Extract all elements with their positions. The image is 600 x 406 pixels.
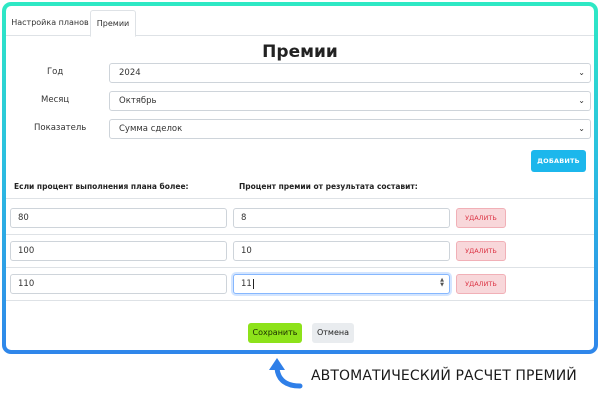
threshold-input[interactable]: 80 (10, 208, 227, 228)
threshold-input[interactable]: 110 (10, 274, 227, 294)
page-title: Премии (262, 42, 338, 62)
tab-bar: Настройка планов Премии (6, 6, 594, 37)
tab-bonuses[interactable]: Премии (90, 10, 136, 37)
month-value: Октябрь (119, 96, 157, 106)
metric-select[interactable]: Сумма сделок ⌄ (109, 119, 591, 139)
threshold-input[interactable]: 100 (10, 241, 227, 261)
delete-row-button[interactable]: УДАЛИТЬ (456, 241, 506, 261)
row-divider (6, 234, 594, 235)
curved-up-arrow-icon (269, 358, 303, 389)
bonus-input[interactable]: 10 (233, 241, 450, 261)
month-select[interactable]: Октябрь ⌄ (109, 91, 591, 111)
text-caret (252, 278, 254, 289)
feature-caption: АВТОМАТИЧЕСКИЙ РАСЧЕТ ПРЕМИЙ (311, 368, 577, 384)
year-label: Год (47, 67, 64, 77)
threshold-column-header: Если процент выполнения плана более: (14, 182, 189, 191)
month-label: Месяц (41, 95, 70, 105)
metric-label: Показатель (34, 123, 87, 133)
row-divider (6, 300, 594, 301)
delete-row-button[interactable]: УДАЛИТЬ (456, 208, 506, 228)
chevron-down-icon: ⌄ (578, 68, 585, 77)
add-button[interactable]: ДОБАВИТЬ (531, 150, 586, 172)
chevron-down-icon: ⌄ (578, 124, 585, 133)
year-value: 2024 (119, 68, 141, 78)
metric-value: Сумма сделок (119, 124, 183, 134)
bonus-column-header: Процент премии от результата составит: (239, 182, 418, 191)
delete-row-button[interactable]: УДАЛИТЬ (456, 274, 506, 294)
year-select[interactable]: 2024 ⌄ (109, 63, 591, 83)
bonus-input[interactable]: 8 (233, 208, 450, 228)
bonus-input-value: 11 (241, 279, 252, 289)
chevron-down-icon: ⌄ (578, 96, 585, 105)
divider (6, 198, 594, 199)
cancel-button[interactable]: Отмена (312, 323, 354, 343)
tab-plan-settings[interactable]: Настройка планов (10, 10, 90, 37)
bonus-panel: Настройка планов Премии Премии Год 2024 … (6, 6, 594, 350)
row-divider (6, 267, 594, 268)
spinner-arrows-icon[interactable]: ▲ ▼ (440, 278, 444, 288)
bonus-input-focused[interactable]: 11 ▲ ▼ (233, 274, 450, 294)
window-frame: Настройка планов Премии Премии Год 2024 … (2, 2, 598, 354)
save-button[interactable]: Сохранить (248, 323, 302, 343)
